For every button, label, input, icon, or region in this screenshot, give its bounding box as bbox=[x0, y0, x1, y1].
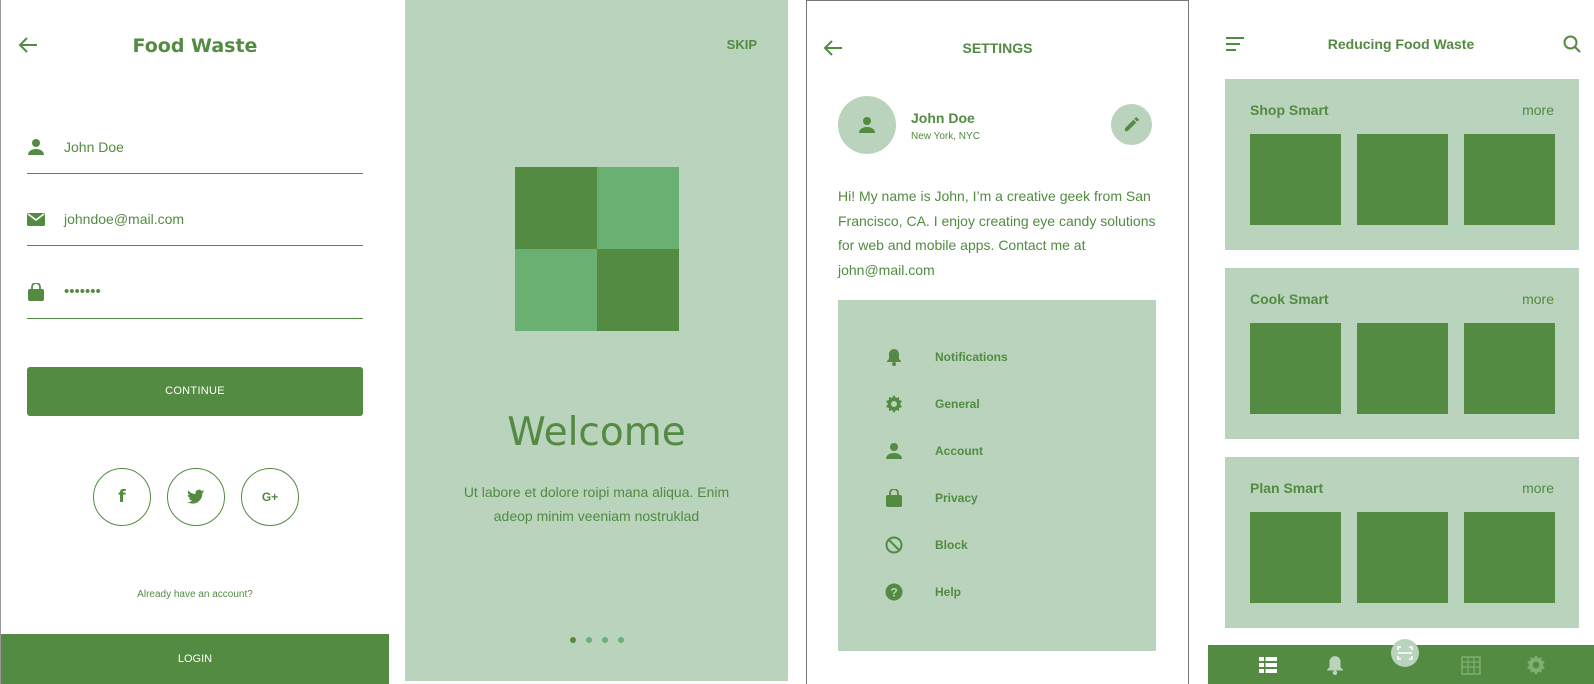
search-icon[interactable] bbox=[1563, 35, 1581, 53]
list-icon[interactable] bbox=[1258, 655, 1278, 675]
item-tile[interactable] bbox=[1250, 134, 1341, 225]
skip-button[interactable]: SKIP bbox=[727, 37, 757, 52]
email-field[interactable]: johndoe@mail.com bbox=[27, 198, 363, 246]
name-value: John Doe bbox=[64, 139, 124, 155]
item-tile[interactable] bbox=[1464, 134, 1555, 225]
page-title: SETTINGS bbox=[962, 40, 1033, 56]
more-link[interactable]: more bbox=[1522, 102, 1554, 118]
page-dot[interactable] bbox=[570, 637, 576, 643]
page-title: Reducing Food Waste bbox=[1327, 36, 1475, 52]
section-card: Shop Smart more bbox=[1225, 79, 1579, 250]
page-indicator[interactable] bbox=[570, 637, 624, 643]
section-card: Cook Smart more bbox=[1225, 268, 1579, 439]
item-tile[interactable] bbox=[1464, 512, 1555, 603]
section-title: Plan Smart bbox=[1250, 480, 1324, 496]
bottom-nav bbox=[1208, 639, 1594, 684]
page-dot[interactable] bbox=[618, 637, 624, 643]
twitter-button[interactable] bbox=[167, 468, 225, 526]
section-title: Cook Smart bbox=[1250, 291, 1329, 307]
calendar-icon[interactable] bbox=[1461, 655, 1481, 675]
profile-name: John Doe bbox=[911, 110, 975, 126]
item-tile[interactable] bbox=[1357, 512, 1448, 603]
welcome-heading: Welcome bbox=[507, 410, 686, 455]
block-icon bbox=[885, 536, 903, 554]
item-tile[interactable] bbox=[1357, 134, 1448, 225]
gear-icon[interactable] bbox=[1526, 655, 1546, 675]
svg-text:?: ? bbox=[890, 586, 897, 600]
more-link[interactable]: more bbox=[1522, 480, 1554, 496]
page-title: Food Waste bbox=[132, 35, 258, 57]
home-screen: Reducing Food Waste Shop Smart more Cook… bbox=[1208, 0, 1594, 684]
menu-item-notifications[interactable]: Notifications bbox=[885, 347, 1008, 367]
person-icon bbox=[859, 117, 875, 133]
onboarding-screen: SKIP Welcome Ut labore et dolore roipi m… bbox=[405, 0, 788, 681]
scan-button[interactable] bbox=[1391, 639, 1419, 667]
edit-profile-button[interactable] bbox=[1111, 104, 1152, 145]
menu-item-account[interactable]: Account bbox=[885, 441, 983, 461]
menu-item-help[interactable]: ? Help bbox=[885, 582, 961, 602]
welcome-subtitle: Ut labore et dolore roipi mana aliqua. E… bbox=[463, 484, 730, 524]
person-icon bbox=[28, 139, 44, 155]
google-plus-icon: G+ bbox=[261, 490, 279, 504]
email-value: johndoe@mail.com bbox=[64, 211, 185, 227]
password-value: ••••••• bbox=[64, 283, 101, 300]
section-card: Plan Smart more bbox=[1225, 457, 1579, 628]
facebook-button[interactable]: f bbox=[93, 468, 151, 526]
profile-location: New York, NYC bbox=[911, 131, 980, 142]
bell-icon bbox=[887, 349, 901, 366]
avatar[interactable] bbox=[838, 96, 896, 154]
twitter-icon bbox=[187, 489, 205, 504]
bag-icon bbox=[28, 283, 44, 301]
menu-item-privacy[interactable]: Privacy bbox=[885, 488, 978, 508]
pencil-icon bbox=[1124, 116, 1140, 132]
already-account-link[interactable]: Already have an account? bbox=[1, 589, 389, 600]
help-icon: ? bbox=[885, 583, 903, 601]
bag-icon bbox=[886, 489, 902, 507]
login-screen: Food Waste John Doe johndoe@mail.com •••… bbox=[0, 0, 389, 684]
item-tile[interactable] bbox=[1357, 323, 1448, 414]
bell-icon[interactable] bbox=[1325, 655, 1345, 675]
settings-menu: Notifications General Account Privacy Bl… bbox=[838, 300, 1156, 651]
item-tile[interactable] bbox=[1464, 323, 1555, 414]
settings-screen: SETTINGS John Doe New York, NYC Hi! My n… bbox=[806, 0, 1189, 684]
item-tile[interactable] bbox=[1250, 512, 1341, 603]
continue-button[interactable]: CONTINUE bbox=[27, 367, 363, 416]
item-tile[interactable] bbox=[1250, 323, 1341, 414]
mail-icon bbox=[27, 213, 45, 226]
facebook-icon: f bbox=[118, 487, 126, 507]
name-field[interactable]: John Doe bbox=[27, 126, 363, 174]
google-plus-button[interactable]: G+ bbox=[241, 468, 299, 526]
scan-icon bbox=[1397, 646, 1413, 660]
page-dot[interactable] bbox=[602, 637, 608, 643]
menu-item-block[interactable]: Block bbox=[885, 535, 968, 555]
password-field[interactable]: ••••••• bbox=[27, 271, 363, 319]
menu-item-general[interactable]: General bbox=[885, 394, 980, 414]
login-button[interactable]: LOGIN bbox=[1, 634, 389, 684]
page-dot[interactable] bbox=[586, 637, 592, 643]
profile-bio: Hi! My name is John, I’m a creative geek… bbox=[838, 188, 1156, 278]
more-link[interactable]: more bbox=[1522, 291, 1554, 307]
gear-icon bbox=[886, 395, 902, 413]
person-icon bbox=[886, 443, 902, 459]
app-logo bbox=[515, 167, 679, 331]
section-title: Shop Smart bbox=[1250, 102, 1329, 118]
